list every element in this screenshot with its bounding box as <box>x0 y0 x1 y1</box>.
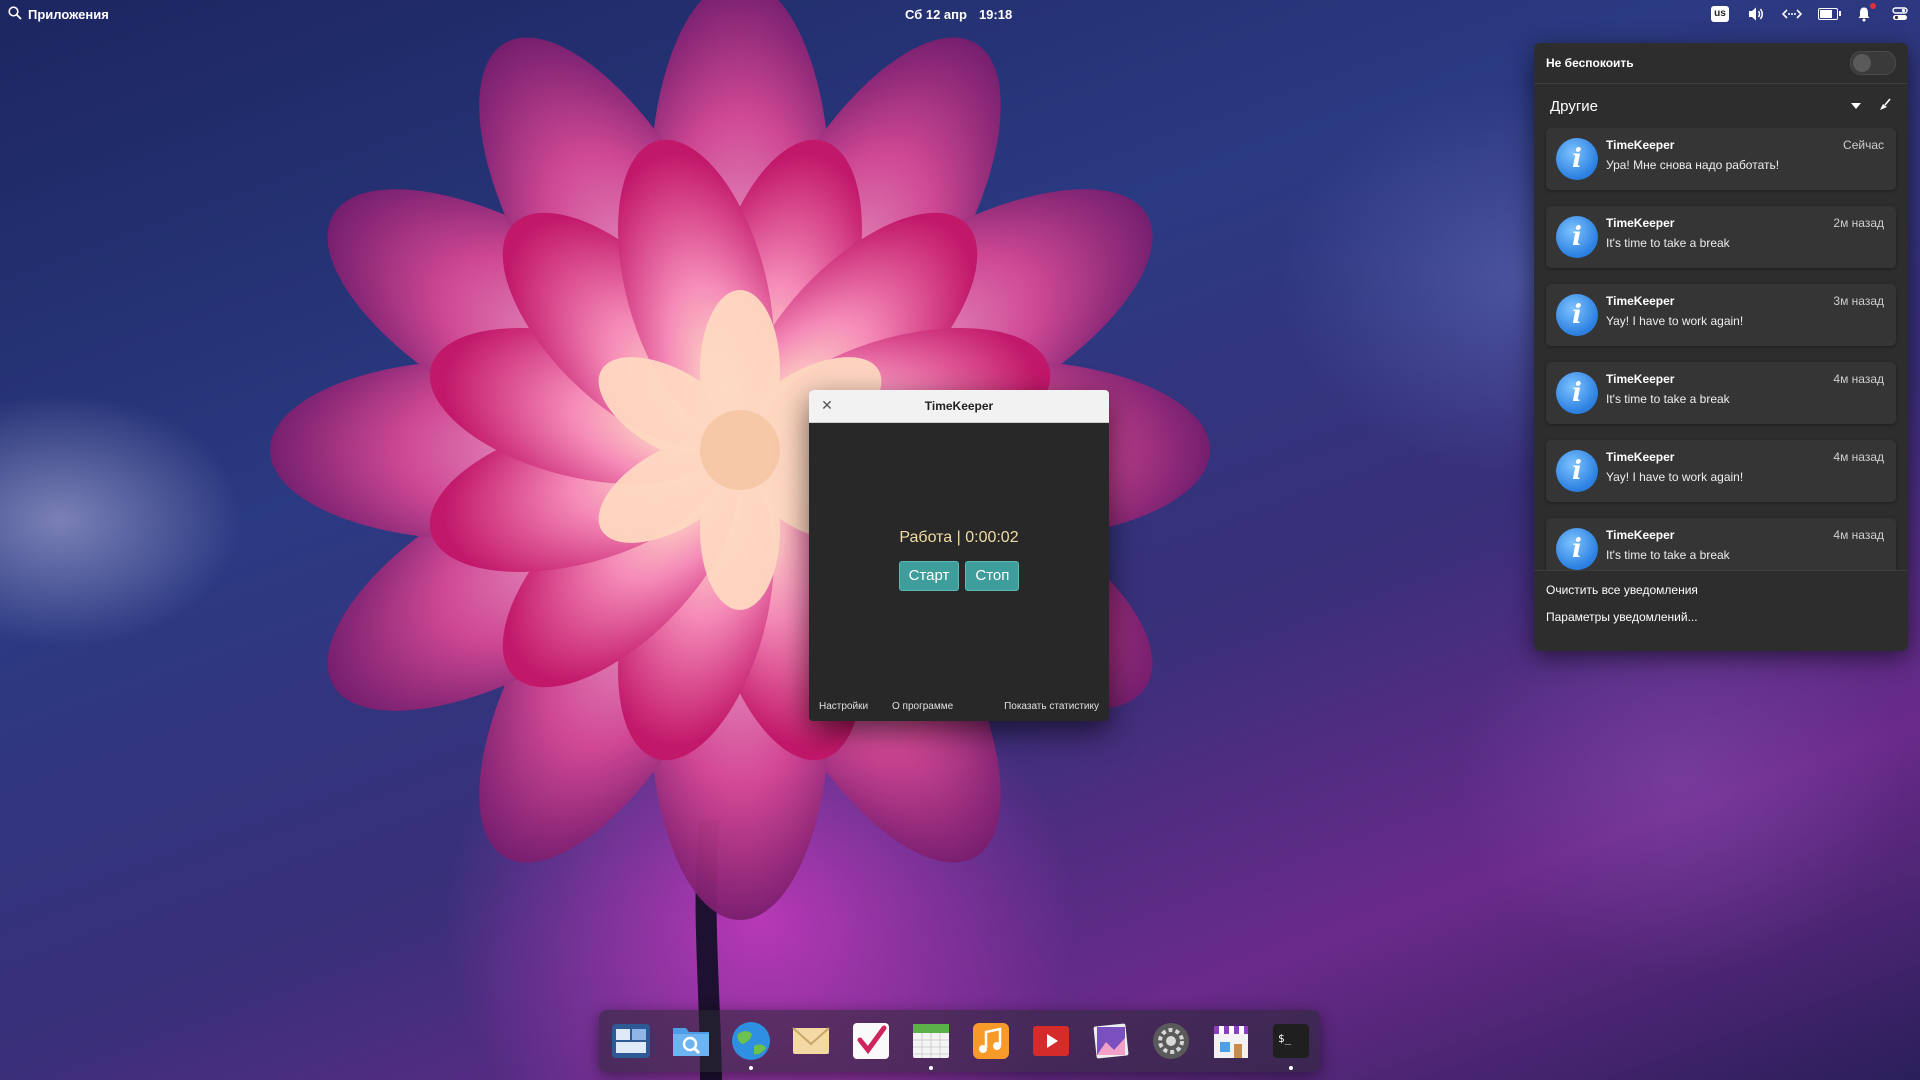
applications-label: Приложения <box>28 7 109 22</box>
info-icon: i <box>1556 372 1598 414</box>
running-indicator-dot <box>929 1066 933 1070</box>
expand-chevron-icon[interactable] <box>1850 99 1862 113</box>
clear-all-notifications-button[interactable]: Очистить все уведомления <box>1546 577 1896 604</box>
notification-item[interactable]: i TimeKeeper 4м назад It's time to take … <box>1546 362 1896 424</box>
notification-app-name: TimeKeeper <box>1606 294 1675 308</box>
timer-controls: Старт Стоп <box>809 561 1109 591</box>
system-settings-gear-icon[interactable] <box>1149 1019 1193 1063</box>
info-icon: i <box>1556 216 1598 258</box>
session-menu-icon[interactable] <box>1890 5 1910 23</box>
search-icon <box>8 6 22 23</box>
notifications-footer: Очистить все уведомления Параметры уведо… <box>1534 570 1908 637</box>
timekeeper-window: ✕ TimeKeeper Работа | 0:00:02 Старт Стоп… <box>809 390 1109 721</box>
keyboard-layout-indicator[interactable]: us <box>1710 5 1730 23</box>
notification-item[interactable]: i TimeKeeper 3м назад Yay! I have to wor… <box>1546 284 1896 346</box>
time-label: 19:18 <box>978 7 1013 22</box>
window-titlebar[interactable]: ✕ TimeKeeper <box>809 390 1109 423</box>
calendar-icon[interactable] <box>909 1019 953 1063</box>
datetime-indicator[interactable]: Сб 12 апр 19:18 <box>905 7 1012 22</box>
running-indicator-dot <box>749 1066 753 1070</box>
info-icon: i <box>1556 528 1598 570</box>
notification-time: 4м назад <box>1833 450 1884 464</box>
mail-icon[interactable] <box>789 1019 833 1063</box>
notification-body: Yay! I have to work again! <box>1606 470 1744 484</box>
notification-time: Сейчас <box>1843 138 1884 152</box>
applications-menu[interactable]: Приложения <box>8 6 109 23</box>
notification-app-name: TimeKeeper <box>1606 216 1675 230</box>
notification-group-header: Другие <box>1534 84 1908 128</box>
info-icon: i <box>1556 450 1598 492</box>
battery-fill <box>1820 10 1832 18</box>
notification-settings-button[interactable]: Параметры уведомлений... <box>1546 604 1896 631</box>
notification-body: Yay! I have to work again! <box>1606 314 1744 328</box>
svg-text:$_: $_ <box>1278 1032 1292 1045</box>
terminal-icon[interactable]: $_ <box>1269 1019 1313 1063</box>
settings-link[interactable]: Настройки <box>819 701 868 712</box>
notification-body: Ура! Мне снова надо работать! <box>1606 158 1780 172</box>
do-not-disturb-toggle[interactable] <box>1850 51 1896 75</box>
do-not-disturb-row: Не беспокоить <box>1534 43 1908 84</box>
keyboard-layout-label: us <box>1711 6 1729 22</box>
notification-app-name: TimeKeeper <box>1606 528 1675 542</box>
notifications-bell-icon[interactable] <box>1854 3 1876 23</box>
window-title: TimeKeeper <box>924 399 994 413</box>
multitasking-view-icon[interactable] <box>609 1019 653 1063</box>
notification-body: It's time to take a break <box>1606 548 1730 562</box>
toggle-knob <box>1853 54 1871 72</box>
stop-button[interactable]: Стоп <box>965 561 1020 591</box>
web-browser-icon[interactable] <box>729 1019 773 1063</box>
show-statistics-link[interactable]: Показать статистику <box>1004 701 1099 712</box>
notifications-popover: Не беспокоить Другие i TimeKeeper Сейчас… <box>1534 43 1908 651</box>
notification-body: It's time to take a break <box>1606 236 1730 250</box>
music-icon[interactable] <box>969 1019 1013 1063</box>
videos-icon[interactable] <box>1029 1019 1073 1063</box>
volume-icon[interactable] <box>1746 5 1766 23</box>
indicator-tray: us <box>1710 3 1910 23</box>
unread-dot <box>1870 3 1876 9</box>
notification-body: It's time to take a break <box>1606 392 1730 406</box>
battery-icon[interactable] <box>1818 5 1841 23</box>
files-icon[interactable] <box>669 1019 713 1063</box>
start-button[interactable]: Старт <box>898 561 960 591</box>
group-title: Другие <box>1550 97 1599 115</box>
dock: $_ <box>599 1010 1320 1072</box>
notification-item[interactable]: i TimeKeeper 2м назад It's time to take … <box>1546 206 1896 268</box>
notification-time: 4м назад <box>1833 528 1884 542</box>
top-panel: Приложения Сб 12 апр 19:18 us <box>0 0 1920 30</box>
running-indicator-dot <box>1289 1066 1293 1070</box>
about-link[interactable]: О программе <box>892 701 953 712</box>
tasks-icon[interactable] <box>849 1019 893 1063</box>
do-not-disturb-label: Не беспокоить <box>1546 56 1634 70</box>
clear-group-broom-icon[interactable] <box>1878 97 1892 115</box>
info-icon: i <box>1556 138 1598 180</box>
appcenter-icon[interactable] <box>1209 1019 1253 1063</box>
timer-status: Работа | 0:00:02 <box>899 529 1019 546</box>
notification-list: i TimeKeeper Сейчас Ура! Мне снова надо … <box>1534 128 1908 570</box>
notification-app-name: TimeKeeper <box>1606 372 1675 386</box>
info-icon: i <box>1556 294 1598 336</box>
notification-time: 2м назад <box>1833 216 1884 230</box>
battery-indicator <box>1818 8 1841 20</box>
notification-item[interactable]: i TimeKeeper 4м назад Yay! I have to wor… <box>1546 440 1896 502</box>
notification-app-name: TimeKeeper <box>1606 450 1675 464</box>
notification-item[interactable]: i TimeKeeper 4м назад It's time to take … <box>1546 518 1896 570</box>
photos-icon[interactable] <box>1089 1019 1133 1063</box>
notification-time: 3м назад <box>1833 294 1884 308</box>
notification-item[interactable]: i TimeKeeper Сейчас Ура! Мне снова надо … <box>1546 128 1896 190</box>
date-label: Сб 12 апр <box>905 7 967 22</box>
notification-app-name: TimeKeeper <box>1606 138 1675 152</box>
network-icon[interactable] <box>1782 5 1802 23</box>
notification-time: 4м назад <box>1833 372 1884 386</box>
